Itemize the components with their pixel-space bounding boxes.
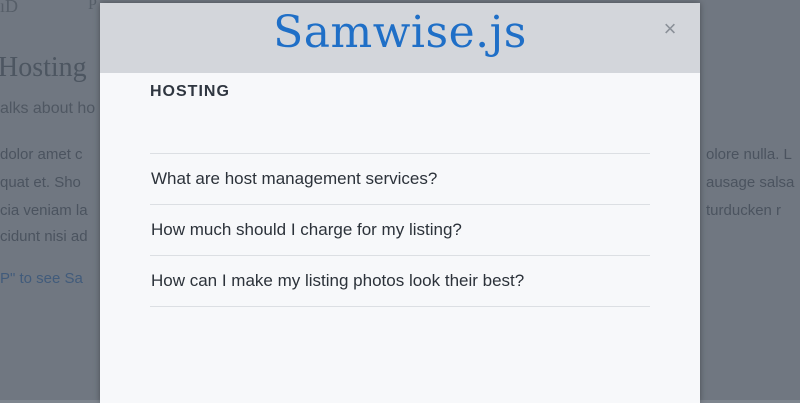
modal-header: Samwise.js × [100, 3, 700, 73]
faq-modal: Samwise.js × HOSTING What are host manag… [100, 3, 700, 403]
faq-list: What are host management services? How m… [150, 153, 650, 307]
faq-item[interactable]: How can I make my listing photos look th… [150, 256, 650, 307]
faq-item[interactable]: How much should I charge for my listing? [150, 205, 650, 256]
section-title: HOSTING [150, 83, 230, 100]
modal-body: HOSTING What are host management service… [100, 73, 700, 307]
modal-title: Samwise.js [273, 7, 527, 58]
faq-item[interactable]: What are host management services? [150, 154, 650, 205]
close-icon[interactable]: × [660, 17, 680, 41]
